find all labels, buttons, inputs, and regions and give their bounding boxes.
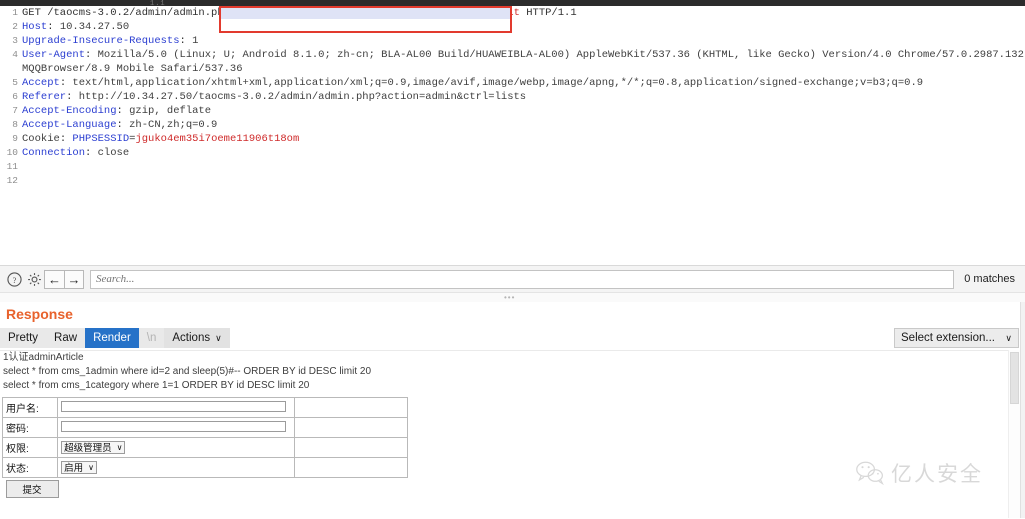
line-number: 10: [6, 147, 18, 158]
line-number: 5: [12, 77, 18, 88]
chevron-down-icon: ∨: [116, 442, 123, 452]
form-row-field: [57, 397, 295, 418]
form-text-input[interactable]: [61, 400, 287, 412]
search-next-button[interactable]: →: [64, 269, 84, 289]
request-line-text: Cookie: PHPSESSID=jguko4em35i7oeme11906t…: [22, 133, 300, 145]
request-line-wrap: MQQBrowser/8.9 Mobile Safari/537.36: [22, 63, 243, 75]
select-extension-label: Select extension...: [901, 332, 995, 344]
tab-pretty[interactable]: Pretty: [0, 328, 47, 348]
form-select-value: 超级管理员: [64, 443, 112, 455]
form-row: 用户名:: [1, 397, 409, 418]
chevron-down-icon: ∨: [88, 462, 94, 472]
request-line-text: Upgrade-Insecure-Requests: 1: [22, 35, 199, 47]
form-row: 权限: 超级管理员 ∨: [1, 437, 409, 458]
question-mark-icon[interactable]: ?: [4, 269, 24, 289]
chevron-down-icon: ∨: [1005, 332, 1012, 343]
line-number: 1: [12, 7, 18, 18]
response-scrollbar-thumb[interactable]: [1010, 352, 1019, 404]
request-line: 5 Accept: text/html,application/xhtml+xml…: [0, 76, 1025, 90]
chevron-down-icon: ∨: [215, 333, 222, 343]
request-line: 8 Accept-Language: zh-CN,zh;q=0.9: [0, 118, 1025, 132]
form-select-value: 启用: [64, 463, 84, 475]
select-extension-dropdown[interactable]: Select extension... ∨: [894, 328, 1019, 348]
request-line: 6 Referer: http://10.34.27.50/taocms-3.0.…: [0, 90, 1025, 104]
admin-edit-form-rows: 用户名: 密码: 权限: 超级管理员 ∨ 状态: 启用 ∨ 提交: [1, 397, 409, 501]
request-line: 2 Host: 10.34.27.50: [0, 20, 1025, 34]
form-submit-row: 提交: [3, 478, 408, 501]
splitter-grip-icon[interactable]: •••: [504, 294, 515, 302]
gear-icon[interactable]: [24, 269, 44, 289]
line-number: 8: [12, 119, 18, 130]
line-number: 2: [12, 21, 18, 32]
form-row: 状态: 启用 ∨: [1, 457, 409, 478]
request-line-text: Accept-Encoding: gzip, deflate: [22, 105, 212, 117]
request-line: 7 Accept-Encoding: gzip, deflate: [0, 104, 1025, 118]
tab-render[interactable]: Render: [85, 328, 139, 348]
render-line-3: select * from cms_1category where 1=1 OR…: [3, 380, 310, 391]
search-bar: ? ← → 0 matches: [0, 265, 1025, 292]
line-number: 9: [12, 133, 18, 144]
form-row-spacer: [293, 417, 409, 438]
request-line: 9 Cookie: PHPSESSID=jguko4em35i7oeme11906…: [0, 132, 1025, 146]
svg-text:?: ?: [12, 274, 16, 284]
request-line: 10 Connection: close: [0, 146, 1025, 160]
form-row: 密码:: [1, 417, 409, 438]
form-row-spacer: [293, 457, 409, 478]
tab-n[interactable]: \n: [138, 328, 165, 348]
request-line: 12: [0, 174, 1025, 188]
actions-label: Actions: [172, 332, 211, 344]
form-text-input[interactable]: [61, 420, 287, 432]
line-number: 7: [12, 105, 18, 116]
search-input[interactable]: [90, 269, 955, 289]
request-line: 3 Upgrade-Insecure-Requests: 1: [0, 34, 1025, 48]
request-line-text: Referer: http://10.34.27.50/taocms-3.0.2…: [22, 91, 527, 103]
line-number: 11: [6, 161, 18, 172]
line-number: 12: [6, 175, 18, 186]
admin-edit-form: 用户名: 密码: 权限: 超级管理员 ∨ 状态: 启用 ∨ 提交: [1, 397, 409, 501]
form-row-field: [57, 417, 295, 438]
request-line-text: Connection: close: [22, 147, 130, 159]
http-request-editor[interactable]: 1 GET /taocms-3.0.2/admin/admin.php?actio…: [0, 6, 1025, 265]
form-row-label: 状态:: [1, 457, 59, 478]
line-number: 3: [12, 35, 18, 46]
form-row-spacer: [293, 397, 409, 418]
line-number: 4: [12, 49, 18, 60]
render-line-1: 1认证adminArticle: [3, 352, 84, 363]
form-row-label: 权限:: [1, 437, 59, 458]
search-match-count: 0 matches: [964, 273, 1015, 285]
request-line: 11: [0, 160, 1025, 174]
response-rendered-body[interactable]: 1认证adminArticle select * from cms_1admin…: [0, 350, 1011, 519]
line-number: 6: [12, 91, 18, 102]
form-row-label: 用户名:: [1, 397, 59, 418]
response-title: Response: [6, 306, 73, 322]
request-line-text: User-Agent: Mozilla/5.0 (Linux; U; Andro…: [22, 49, 1024, 75]
form-submit-cell: 提交: [3, 478, 408, 501]
request-line: 4 User-Agent: Mozilla/5.0 (Linux; U; Andr…: [0, 48, 1025, 76]
form-row-spacer: [293, 437, 409, 458]
response-tab-bar: Pretty Raw Render \n Actions ∨: [0, 328, 230, 348]
request-line-list: 1 GET /taocms-3.0.2/admin/admin.php?actio…: [0, 6, 1025, 188]
request-line: 1 GET /taocms-3.0.2/admin/admin.php?actio…: [0, 6, 1025, 20]
tab-raw[interactable]: Raw: [46, 328, 86, 348]
form-row-label: 密码:: [1, 417, 59, 438]
search-prev-button[interactable]: ←: [44, 269, 64, 289]
request-line-text: GET /taocms-3.0.2/admin/admin.php?action…: [22, 7, 577, 19]
form-select[interactable]: 启用 ∨: [61, 460, 97, 475]
response-right-edge: [1020, 302, 1025, 518]
request-line-text: Accept-Language: zh-CN,zh;q=0.9: [22, 119, 218, 131]
submit-button[interactable]: 提交: [5, 480, 59, 498]
request-line-text: Host: 10.34.27.50: [22, 21, 130, 33]
render-line-2: select * from cms_1admin where id=2 and …: [3, 366, 372, 377]
http-response-panel: Response Pretty Raw Render \n Actions ∨ Selec…: [0, 302, 1025, 519]
actions-menu-button[interactable]: Actions ∨: [164, 328, 230, 348]
form-row-field: 超级管理员 ∨: [57, 437, 295, 458]
form-select[interactable]: 超级管理员 ∨: [61, 440, 126, 455]
request-line-text: Accept: text/html,application/xhtml+xml,…: [22, 77, 924, 89]
form-row-field: 启用 ∨: [57, 457, 295, 478]
